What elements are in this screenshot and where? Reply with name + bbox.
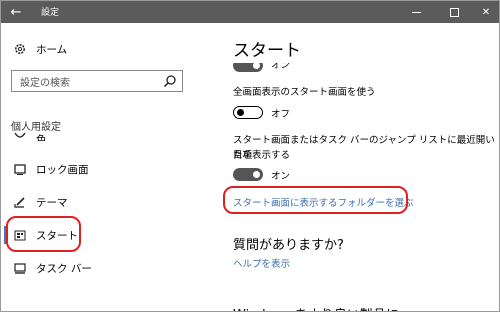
settings-window: ← 設定 ✕ ホーム 設定の検索 個人用設定 色 ロック画面 テーマ スタート … xyxy=(0,0,500,312)
sidebar: ホーム 個人用設定 色 ロック画面 xyxy=(1,23,201,311)
recent-items-label-line2: 目を表示する xyxy=(233,150,291,161)
improve-windows-heading: Windows をより良い製品に xyxy=(233,304,399,311)
minimize-button[interactable] xyxy=(400,1,432,23)
back-button[interactable]: ← xyxy=(1,1,31,23)
maximize-button[interactable] xyxy=(438,1,470,23)
fullscreen-start-state: オフ xyxy=(271,109,291,120)
sidebar-item-label: タスク バー xyxy=(36,262,92,275)
fullscreen-start-toggle[interactable] xyxy=(233,106,263,119)
minimize-icon xyxy=(411,11,421,13)
toggle-state-label: オン xyxy=(271,63,291,71)
sidebar-item-color[interactable]: 色 xyxy=(1,127,191,141)
close-button[interactable]: ✕ xyxy=(470,1,499,23)
theme-brush-icon xyxy=(13,195,27,209)
search-input[interactable] xyxy=(12,73,162,94)
highlight-start-annotation xyxy=(6,216,81,252)
fullscreen-start-label: 全画面表示のスタート画面を使う xyxy=(233,87,376,98)
toggle-switch-on[interactable] xyxy=(233,63,263,72)
page-title: スタート xyxy=(233,41,301,61)
search-icon[interactable] xyxy=(163,74,177,88)
search-box[interactable] xyxy=(11,70,183,94)
sidebar-item-lock-screen[interactable]: ロック画面 xyxy=(1,157,191,181)
close-icon: ✕ xyxy=(481,6,491,18)
sidebar-item-theme[interactable]: テーマ xyxy=(1,190,191,214)
palette-icon xyxy=(13,131,27,141)
window-title: 設定 xyxy=(41,8,60,18)
taskbar-icon xyxy=(13,261,27,275)
lock-screen-icon xyxy=(13,162,27,176)
sidebar-item-taskbar[interactable]: タスク バー xyxy=(1,256,191,280)
sidebar-item-label: テーマ xyxy=(36,196,68,209)
main-content: スタート オン 全画面表示のスタート画面を使う オフ スタート画面またはタスク … xyxy=(201,23,499,311)
sidebar-item-label: 色 xyxy=(36,134,47,141)
help-link[interactable]: ヘルプを表示 xyxy=(233,256,290,270)
sidebar-item-label: ロック画面 xyxy=(36,163,89,176)
sidebar-item-label: ホーム xyxy=(36,43,68,56)
recent-items-toggle[interactable] xyxy=(233,168,263,181)
recent-items-state: オン xyxy=(271,171,291,182)
highlight-folders-annotation xyxy=(223,186,408,214)
title-bar: ← 設定 ✕ xyxy=(1,1,499,23)
maximize-icon xyxy=(449,7,459,17)
scrolled-setting: オン xyxy=(201,63,499,74)
gear-icon xyxy=(13,42,27,56)
question-heading: 質問がありますか? xyxy=(233,238,344,253)
sidebar-item-home[interactable]: ホーム xyxy=(1,37,191,61)
arrow-left-icon: ← xyxy=(10,4,22,20)
